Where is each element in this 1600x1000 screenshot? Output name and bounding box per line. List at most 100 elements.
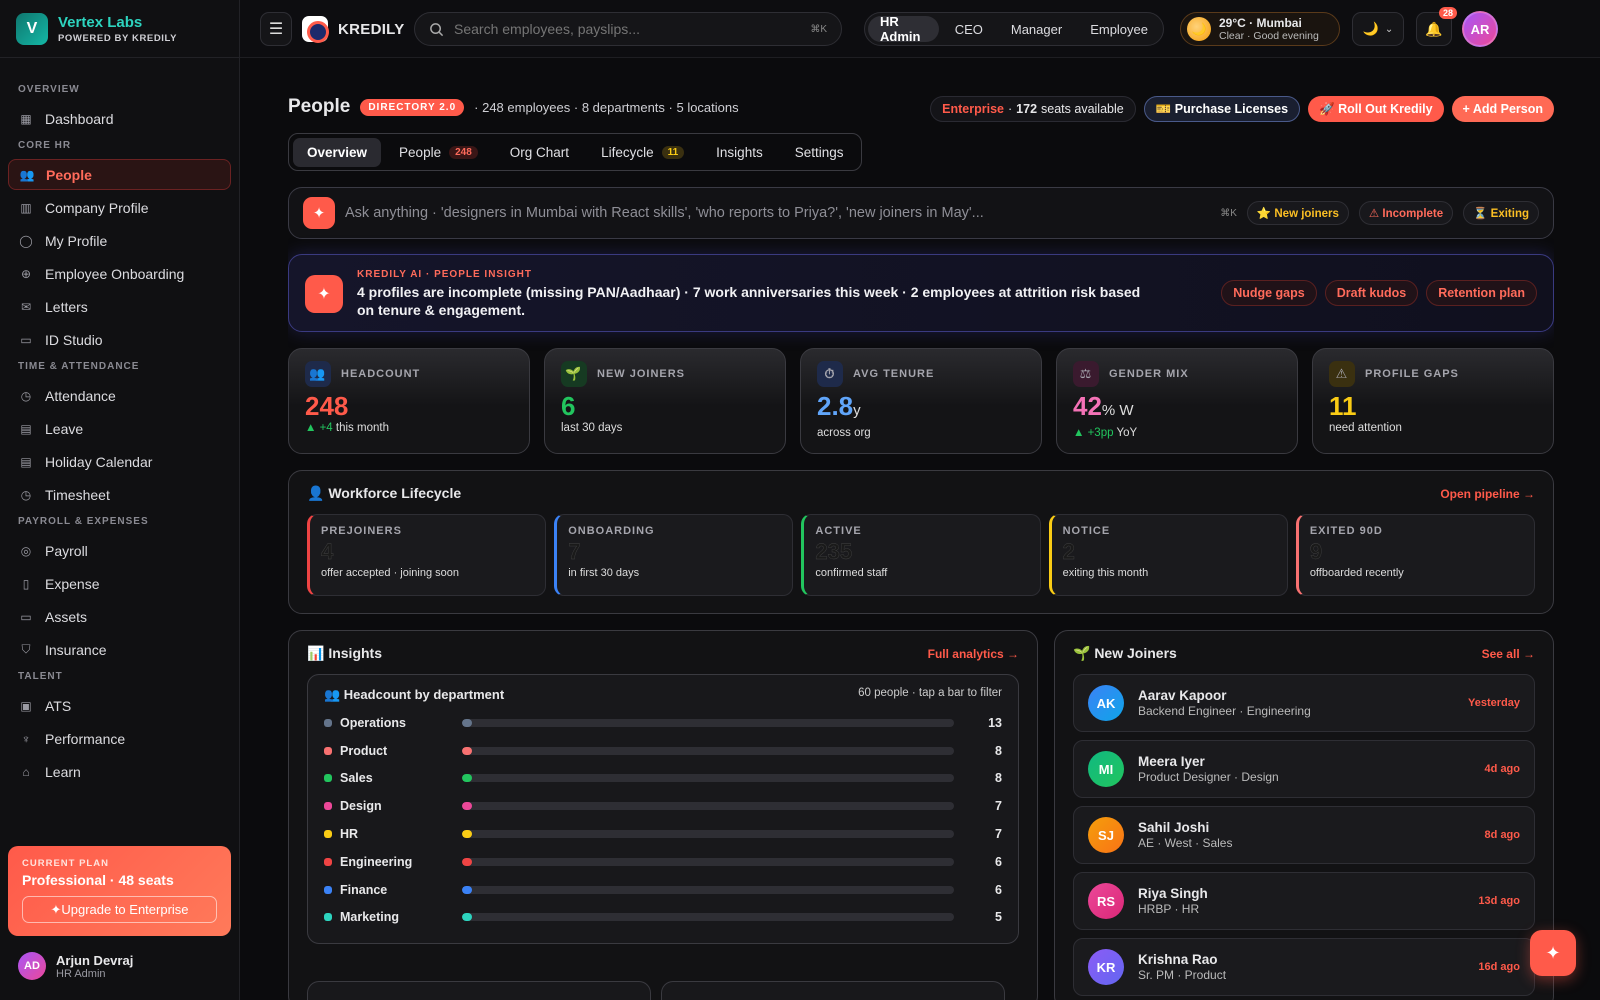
tab-people[interactable]: People 248 (385, 138, 492, 167)
gender-mix-icon: ⚖ (1073, 361, 1099, 387)
brand[interactable]: V Vertex Labs POWERED BY KREDILY (0, 0, 239, 58)
joiner-card[interactable]: MI Meera Iyer Product Designer · Design 4d … (1073, 740, 1535, 798)
joiner-card[interactable]: KR Krishna Rao Sr. PM · Product 16d ago (1073, 938, 1535, 996)
stage-value: 2 (1062, 539, 1075, 564)
dept-bar[interactable] (462, 774, 954, 783)
dept-row-finance[interactable]: Finance 6 (324, 876, 1002, 904)
dept-row-product[interactable]: Product 8 (324, 737, 1002, 765)
dept-bar[interactable] (462, 802, 954, 811)
open-pipeline-link[interactable]: Open pipeline → (1440, 487, 1535, 501)
joiner-card[interactable]: SJ Sahil Joshi AE · West · Sales 8d ago (1073, 806, 1535, 864)
sidebar-item-timesheet[interactable]: ◷ Timesheet (8, 479, 231, 510)
kpi-avg-tenure[interactable]: ⏱ AVG TENURE 2.8y across org (800, 348, 1042, 454)
kpi-headcount[interactable]: 👥 HEADCOUNT 248 ▲ +4 this month (288, 348, 530, 454)
dept-bar[interactable] (462, 830, 954, 839)
tab-org-chart[interactable]: Org Chart (496, 138, 583, 167)
menu-icon[interactable]: ☰ (260, 12, 292, 46)
purchase-licenses-button[interactable]: 🎫 Purchase Licenses (1143, 96, 1301, 122)
joiner-card[interactable]: AK Aarav Kapoor Backend Engineer · Enginee… (1073, 674, 1535, 732)
joiner-date: 16d ago (1478, 961, 1520, 973)
sidebar-item-id-studio[interactable]: ▭ ID Studio (8, 324, 231, 355)
tab-settings[interactable]: Settings (781, 138, 858, 167)
nav-section-label: PAYROLL & EXPENSES (18, 516, 149, 527)
tab-overview[interactable]: Overview (293, 137, 382, 167)
kpi-new-joiners[interactable]: 🌱 NEW JOINERS 6 last 30 days (544, 348, 786, 454)
bell-icon: 🔔 (1425, 20, 1443, 37)
sidebar-item-people[interactable]: 👥 People (8, 159, 231, 190)
weather-widget[interactable]: 🌙 29°C · Mumbai Clear · Good evening (1180, 12, 1340, 46)
sidebar-item-label: Company Profile (45, 199, 149, 216)
sidebar-item-expense[interactable]: ▯ Expense (8, 568, 231, 599)
theme-toggle[interactable]: 🌙 ⌄ (1352, 12, 1404, 46)
role-hr-admin[interactable]: HR Admin (868, 14, 939, 44)
tab-insights[interactable]: Insights (702, 138, 777, 167)
sidebar-item-attendance[interactable]: ◷ Attendance (8, 380, 231, 411)
current-user[interactable]: AD Arjun Devraj HR Admin (18, 952, 133, 980)
dept-row-hr[interactable]: HR 7 (324, 820, 1002, 848)
upgrade-button[interactable]: ✦Upgrade to Enterprise (22, 896, 217, 923)
sidebar-item-insurance[interactable]: ⛉ Insurance (8, 634, 231, 665)
avatar[interactable]: AR (1462, 11, 1498, 47)
stage-notice[interactable]: NOTICE 2 exiting this month (1048, 514, 1288, 596)
sidebar-item-employee-onboarding[interactable]: ⊕ Employee Onboarding (8, 258, 231, 289)
role-employee[interactable]: Employee (1078, 16, 1160, 42)
ask-bar[interactable]: ✦ Ask anything · 'designers in Mumbai wi… (288, 187, 1554, 239)
stage-sub: exiting this month (1062, 567, 1149, 579)
kpi-unit: % W (1101, 402, 1134, 419)
sidebar-item-learn[interactable]: ⌂ Learn (8, 756, 231, 787)
dept-bar[interactable] (462, 746, 954, 755)
sidebar-item-letters[interactable]: ✉ Letters (8, 291, 231, 322)
dept-row-sales[interactable]: Sales 8 (324, 765, 1002, 793)
sidebar-item-company-profile[interactable]: ▥ Company Profile (8, 192, 231, 223)
dept-row-operations[interactable]: Operations 13 (324, 709, 1002, 737)
dept-bar[interactable] (462, 857, 954, 866)
sidebar-item-assets[interactable]: ▭ Assets (8, 601, 231, 632)
sidebar-item-payroll[interactable]: ◎ Payroll (8, 535, 231, 566)
sidebar-item-holiday-calendar[interactable]: ▤ Holiday Calendar (8, 446, 231, 477)
sidebar-item-dashboard[interactable]: ▦ Dashboard (8, 103, 231, 134)
dept-row-engineering[interactable]: Engineering 6 (324, 848, 1002, 876)
dept-bar[interactable] (462, 913, 954, 922)
draft-kudos-button[interactable]: Draft kudos (1324, 280, 1419, 306)
roll-out-button[interactable]: 🚀 Roll Out Kredily (1308, 96, 1444, 122)
dept-name: Finance (340, 882, 388, 897)
notifications-button[interactable]: 🔔 28 (1416, 7, 1457, 46)
chip-incomplete[interactable]: ⚠ Incomplete (1358, 201, 1454, 225)
chip-new-joiners[interactable]: ⭐ New joiners (1246, 201, 1349, 225)
plan-title: Professional · 48 seats (22, 872, 174, 888)
joiner-card[interactable]: RS Riya Singh HRBP · HR 13d ago (1073, 872, 1535, 930)
search-input[interactable] (454, 21, 801, 37)
tab-label: Lifecycle (601, 144, 654, 160)
retention-plan-button[interactable]: Retention plan (1426, 280, 1537, 306)
moon-icon: 🌙 (1187, 17, 1211, 41)
kpi-gender-mix[interactable]: ⚖ GENDER MIX 42% W ▲ +3pp YoY (1056, 348, 1298, 454)
add-person-button[interactable]: + Add Person (1451, 96, 1554, 122)
role-manager[interactable]: Manager (999, 16, 1074, 42)
dept-bar[interactable] (462, 885, 954, 894)
sidebar-item-ats[interactable]: ▣ ATS (8, 690, 231, 721)
search-icon (430, 22, 444, 36)
stage-onboarding[interactable]: ONBOARDING 7 in first 30 days (554, 514, 794, 596)
stage-prejoiners[interactable]: PREJOINERS 4 offer accepted · joining soon (307, 514, 547, 596)
insight-card (661, 981, 1005, 1000)
dept-row-design[interactable]: Design 7 (324, 792, 1002, 820)
sidebar-nav: OVERVIEW ▦ Dashboard CORE HR 👥 People ▥ Company… (0, 58, 239, 843)
role-ceo[interactable]: CEO (943, 16, 995, 42)
sidebar-item-my-profile[interactable]: ◯ My Profile (8, 225, 231, 256)
tab-lifecycle[interactable]: Lifecycle 11 (587, 138, 698, 167)
dept-row-marketing[interactable]: Marketing 5 (324, 904, 1002, 932)
clock-icon: ◷ (20, 487, 32, 502)
nudge-gaps-button[interactable]: Nudge gaps (1221, 280, 1317, 306)
dept-bar[interactable] (462, 718, 954, 727)
full-analytics-link[interactable]: Full analytics → (928, 647, 1019, 661)
product-logo[interactable]: KREDILY (302, 16, 405, 43)
stage-active[interactable]: ACTIVE 235 confirmed staff (801, 514, 1041, 596)
stage-exited-90d[interactable]: EXITED 90D 9 offboarded recently (1295, 514, 1536, 596)
dept-chart-meta: 60 people · tap a bar to filter (858, 687, 1002, 699)
kpi-profile-gaps[interactable]: ⚠ PROFILE GAPS 11 need attention (1312, 348, 1554, 454)
ai-assistant-button[interactable]: ✦ (1530, 930, 1576, 976)
sidebar-item-leave[interactable]: ▤ Leave (8, 413, 231, 444)
chip-exiting[interactable]: ⏳ Exiting (1463, 201, 1539, 225)
see-all-link[interactable]: See all → (1482, 647, 1535, 661)
sidebar-item-performance[interactable]: ♆ Performance (8, 723, 231, 754)
